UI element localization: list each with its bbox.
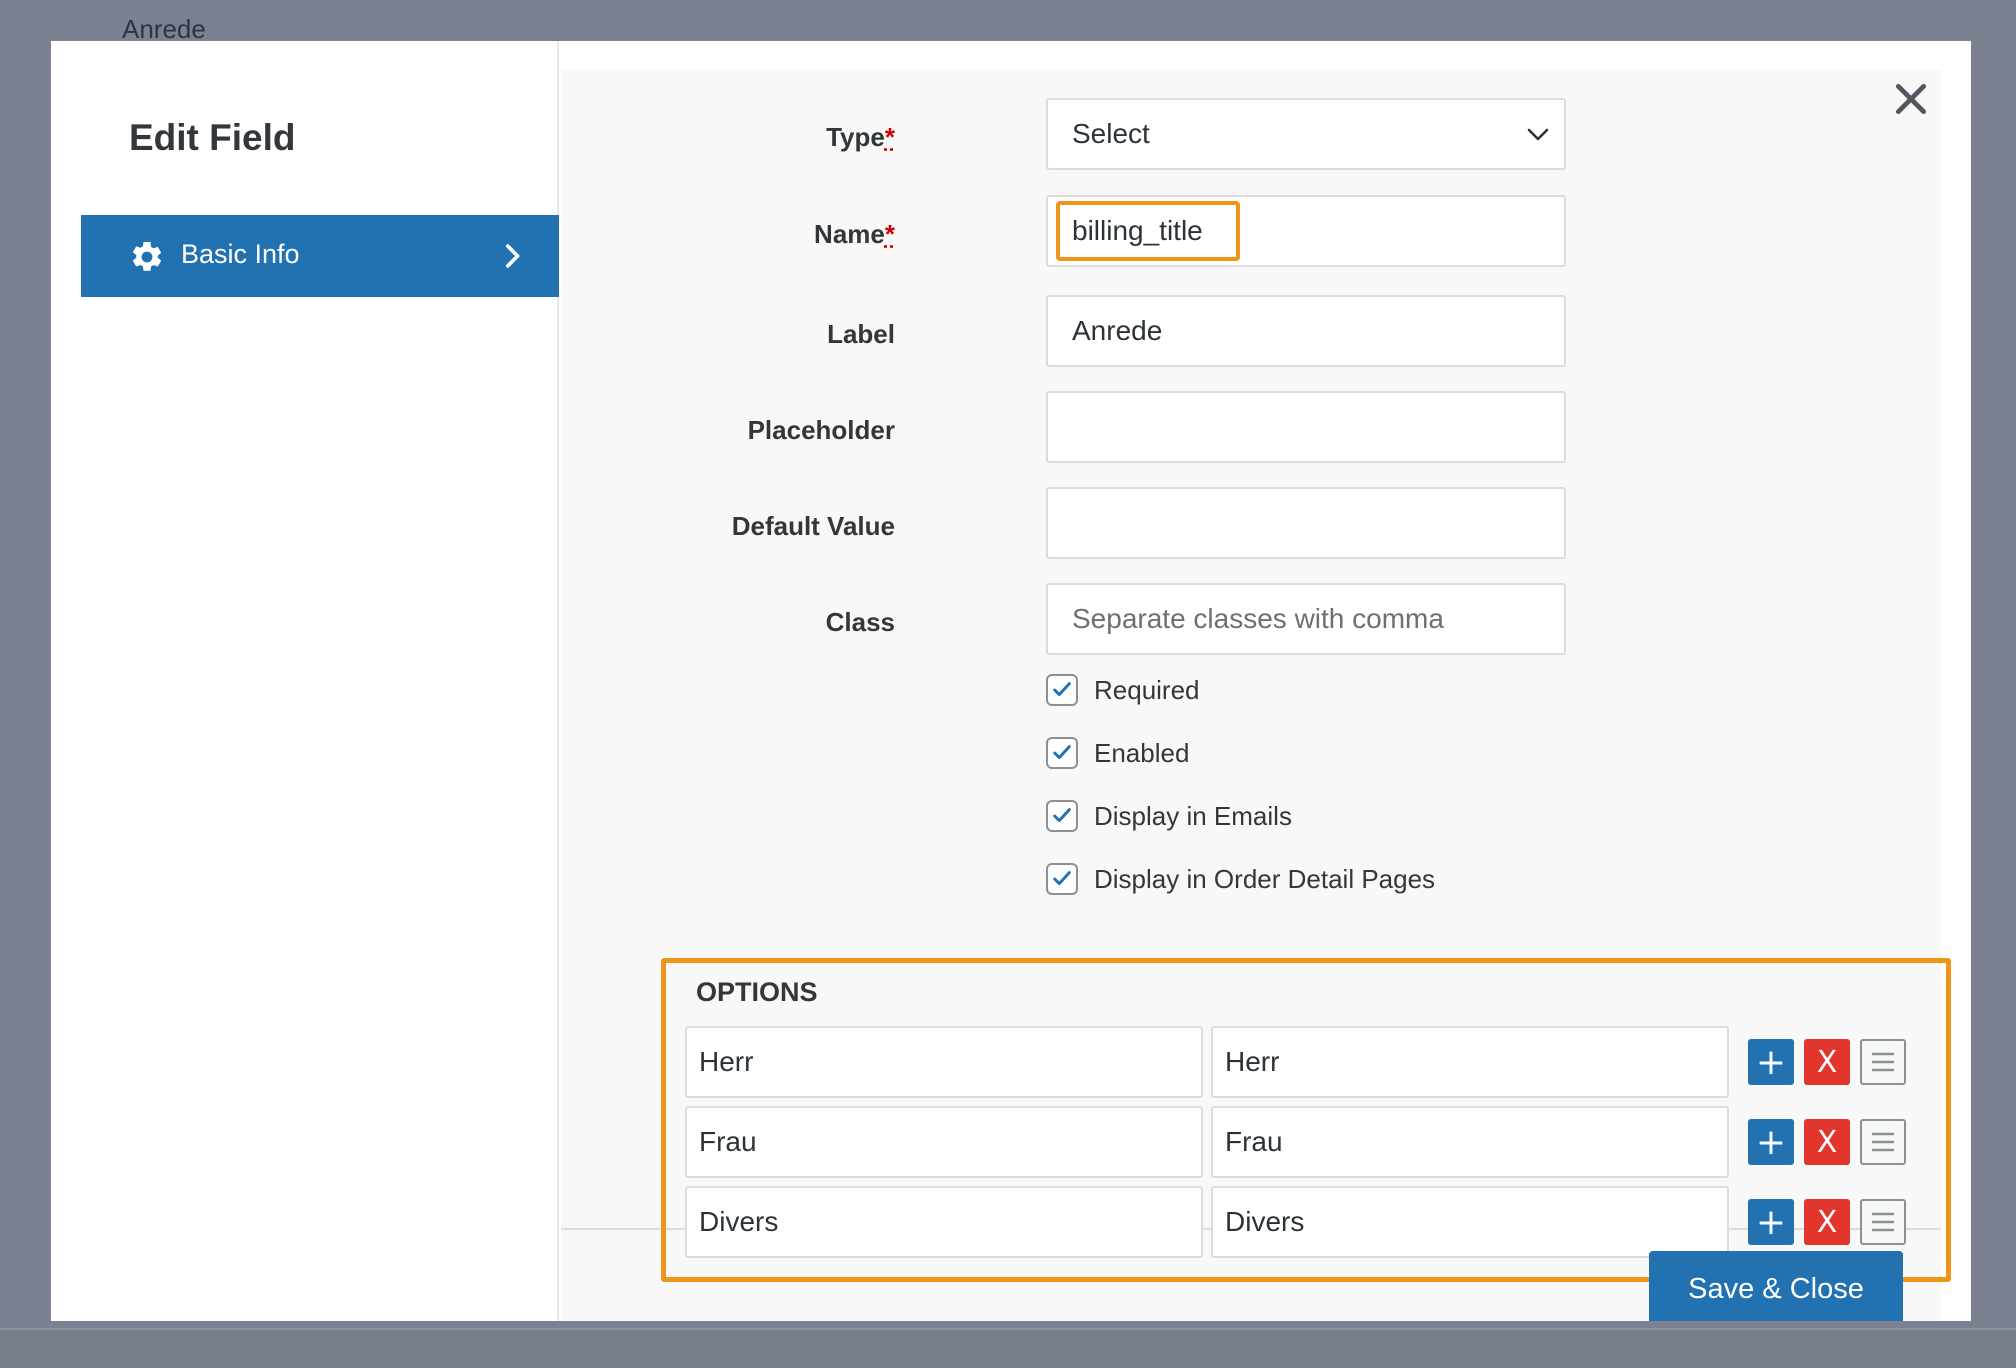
option-key-input[interactable]: Divers	[685, 1186, 1203, 1258]
name-input[interactable]: billing_title	[1046, 195, 1566, 267]
add-option-button[interactable]: +	[1748, 1039, 1794, 1085]
modal-sidebar: Edit Field Basic Info	[51, 41, 559, 1321]
name-label-text: Name	[814, 219, 885, 249]
option-value-input[interactable]: Herr	[1211, 1026, 1729, 1098]
remove-option-button[interactable]: X	[1804, 1119, 1850, 1165]
checkbox-label: Display in Order Detail Pages	[1094, 863, 1436, 894]
options-section: OPTIONS Herr Herr + X Frau Frau + X Dive…	[661, 958, 1951, 1282]
option-value-input[interactable]: Frau	[1211, 1106, 1729, 1178]
placeholder-field-label: Placeholder	[747, 415, 895, 445]
checkmark-icon	[1053, 808, 1071, 823]
checkmark-icon	[1053, 871, 1071, 886]
label-field-label: Label	[827, 319, 895, 349]
default-value-input[interactable]	[1046, 487, 1566, 559]
menu-lines-icon	[1872, 1052, 1894, 1072]
type-select[interactable]: Select	[1046, 98, 1566, 170]
enabled-checkbox-row[interactable]: Enabled	[1046, 736, 1189, 770]
remove-option-button[interactable]: X	[1804, 1199, 1850, 1245]
menu-lines-icon	[1872, 1212, 1894, 1232]
type-label-text: Type	[826, 122, 885, 152]
menu-lines-icon	[1872, 1132, 1894, 1152]
enabled-checkbox[interactable]	[1046, 737, 1078, 769]
display-in-order-detail-checkbox-row[interactable]: Display in Order Detail Pages	[1046, 862, 1435, 896]
drag-handle-icon[interactable]	[1860, 1199, 1906, 1245]
background-bottom-bar	[0, 1328, 2016, 1368]
checkmark-icon	[1053, 682, 1071, 697]
class-field-label: Class	[825, 607, 895, 637]
required-checkbox-row[interactable]: Required	[1046, 673, 1200, 707]
drag-handle-icon[interactable]	[1860, 1039, 1906, 1085]
checkmark-icon	[1053, 745, 1071, 760]
modal-title: Edit Field	[129, 117, 296, 158]
required-marker: *	[884, 219, 895, 249]
edit-field-modal: Edit Field Basic Info Type* Select Name*	[51, 41, 1971, 1321]
display-in-emails-checkbox[interactable]	[1046, 800, 1078, 832]
options-title: OPTIONS	[696, 977, 818, 1007]
remove-option-button[interactable]: X	[1804, 1039, 1850, 1085]
option-key-input[interactable]: Herr	[685, 1026, 1203, 1098]
type-field-label: Type*	[826, 122, 895, 153]
drag-handle-icon[interactable]	[1860, 1119, 1906, 1165]
gear-icon	[132, 241, 162, 271]
required-checkbox[interactable]	[1046, 674, 1078, 706]
sidebar-item-basic-info[interactable]: Basic Info	[81, 215, 559, 297]
close-icon[interactable]	[1892, 80, 1930, 118]
class-input[interactable]: Separate classes with comma	[1046, 583, 1566, 655]
name-input-value: billing_title	[1072, 215, 1203, 246]
type-select-value: Select	[1072, 118, 1150, 149]
required-marker: *	[884, 122, 895, 152]
add-option-button[interactable]: +	[1748, 1199, 1794, 1245]
display-in-emails-checkbox-row[interactable]: Display in Emails	[1046, 799, 1292, 833]
default-value-field-label: Default Value	[731, 511, 895, 541]
placeholder-input[interactable]	[1046, 391, 1566, 463]
checkbox-label: Required	[1094, 674, 1200, 705]
save-and-close-button[interactable]: Save & Close	[1649, 1251, 1903, 1321]
chevron-right-icon	[505, 244, 520, 268]
checkbox-label: Display in Emails	[1094, 800, 1292, 831]
option-key-input[interactable]: Frau	[685, 1106, 1203, 1178]
chevron-down-icon	[1527, 128, 1549, 141]
name-field-label: Name*	[814, 219, 895, 250]
add-option-button[interactable]: +	[1748, 1119, 1794, 1165]
sidebar-item-label: Basic Info	[181, 239, 300, 269]
option-value-input[interactable]: Divers	[1211, 1186, 1729, 1258]
label-input[interactable]: Anrede	[1046, 295, 1566, 367]
checkbox-label: Enabled	[1094, 737, 1190, 768]
display-in-order-detail-checkbox[interactable]	[1046, 863, 1078, 895]
